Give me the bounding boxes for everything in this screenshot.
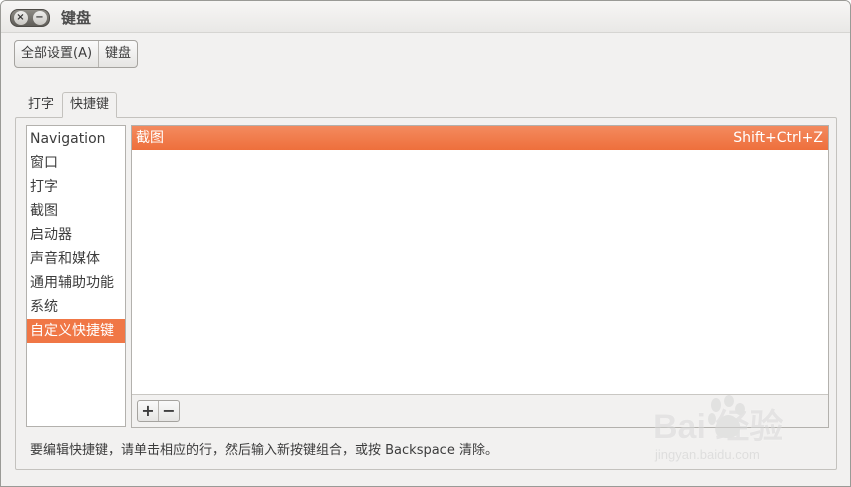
shortcut-toolbar: + − bbox=[137, 400, 180, 422]
close-button[interactable]: × bbox=[11, 10, 30, 26]
help-text: 要编辑快捷键，请单击相应的行，然后输入新按键组合，或按 Backspace 清除… bbox=[30, 443, 498, 458]
category-item-system[interactable]: 系统 bbox=[27, 295, 125, 319]
breadcrumb: 全部设置(A) 键盘 bbox=[14, 40, 139, 68]
category-item-custom-shortcuts[interactable]: 自定义快捷键 bbox=[27, 319, 125, 343]
category-item-launchers[interactable]: 启动器 bbox=[27, 223, 125, 247]
remove-shortcut-button[interactable]: − bbox=[158, 401, 179, 421]
tab-typing[interactable]: 打字 bbox=[20, 92, 62, 118]
tab-shortcuts[interactable]: 快捷键 bbox=[62, 92, 118, 118]
shortcut-row[interactable]: 截图 Shift+Ctrl+Z bbox=[132, 126, 828, 150]
add-shortcut-button[interactable]: + bbox=[138, 401, 158, 421]
breadcrumb-keyboard[interactable]: 键盘 bbox=[98, 41, 137, 67]
shortcut-binding-label[interactable]: Shift+Ctrl+Z bbox=[733, 126, 823, 150]
window-title: 键盘 bbox=[61, 9, 92, 27]
shortcut-category-list: Navigation 窗口 打字 截图 启动器 声音和媒体 通用辅助功能 系统 … bbox=[26, 125, 126, 427]
window-controls: × − bbox=[10, 9, 50, 27]
keyboard-settings-window: × − 键盘 全部设置(A) 键盘 打字 快捷键 Navigation 窗口 打… bbox=[0, 0, 851, 487]
category-item-universal-access[interactable]: 通用辅助功能 bbox=[27, 271, 125, 295]
shortcut-panel: 截图 Shift+Ctrl+Z + − bbox=[131, 125, 829, 428]
title-bar: × − 键盘 bbox=[1, 1, 850, 33]
minimize-icon: − bbox=[32, 11, 47, 25]
category-item-windows[interactable]: 窗口 bbox=[27, 151, 125, 175]
category-item-typing[interactable]: 打字 bbox=[27, 175, 125, 199]
close-icon: × bbox=[13, 11, 28, 25]
category-item-screenshots[interactable]: 截图 bbox=[27, 199, 125, 223]
minimize-button[interactable]: − bbox=[30, 10, 49, 26]
plus-icon: + bbox=[141, 401, 155, 420]
tab-bar: 打字 快捷键 bbox=[20, 92, 118, 118]
shortcut-action-label: 截图 bbox=[136, 130, 164, 146]
shortcut-list: 截图 Shift+Ctrl+Z bbox=[132, 126, 828, 395]
category-item-sound-media[interactable]: 声音和媒体 bbox=[27, 247, 125, 271]
minus-icon: − bbox=[162, 401, 176, 420]
category-item-navigation[interactable]: Navigation bbox=[27, 127, 125, 151]
breadcrumb-all-settings[interactable]: 全部设置(A) bbox=[15, 41, 98, 67]
